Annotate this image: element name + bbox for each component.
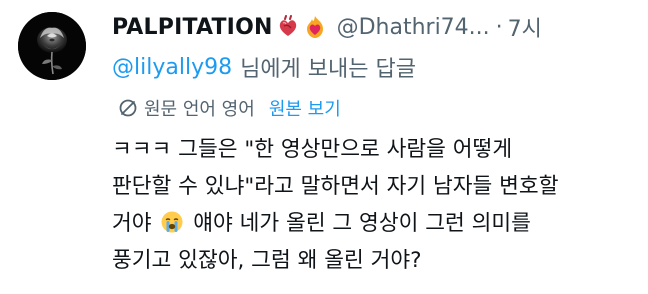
show-original-link[interactable]: 원본 보기	[269, 95, 341, 121]
tweet-body-line: ㅋㅋㅋ 그들은 "한 영상만으로 사람을 어떻게	[112, 137, 513, 162]
timestamp[interactable]: 7시	[508, 11, 542, 43]
user-handle[interactable]: @Dhathri74...	[337, 15, 490, 40]
avatar[interactable]	[18, 12, 86, 80]
tweet: PALPITATION @Dhathri74... · 7시 @lilyally…	[0, 0, 648, 294]
heart-on-fire-emoji	[303, 15, 327, 39]
replying-to: @lilyally98 님에게 보내는 답글	[112, 50, 416, 84]
reply-suffix-text: 님에게 보내는 답글	[240, 57, 416, 82]
tweet-body: ㅋㅋㅋ 그들은 "한 영상만으로 사람을 어떻게 판단할 수 있냐"라고 말하면…	[112, 131, 632, 279]
translate-icon	[118, 98, 138, 118]
tweet-body-fragment: 거야	[112, 211, 152, 236]
tweet-body-line: 판단할 수 있냐"라고 말하면서 자기 남자들 변호할	[112, 174, 559, 199]
anatomical-heart-emoji	[276, 15, 300, 39]
display-name[interactable]: PALPITATION	[112, 15, 273, 40]
tweet-body-line: 거야 얘야 네가 올린 그 영상이 그런 의미를	[112, 205, 632, 242]
reply-mention-link[interactable]: @lilyally98	[112, 55, 232, 80]
separator-dot: ·	[495, 14, 503, 40]
tweet-body-line: 풍기고 있잖아, 그럼 왜 올린 거야?	[112, 248, 422, 273]
rose-avatar-image	[18, 12, 86, 80]
tweet-body-fragment: 얘야 네가 올린 그 영상이 그런 의미를	[193, 211, 531, 236]
translation-label: 원문 언어 영어	[144, 99, 255, 120]
translation-bar: 원문 언어 영어 원본 보기	[118, 94, 341, 122]
tweet-header: PALPITATION @Dhathri74... · 7시	[112, 10, 542, 44]
crying-face-emoji	[160, 209, 184, 233]
